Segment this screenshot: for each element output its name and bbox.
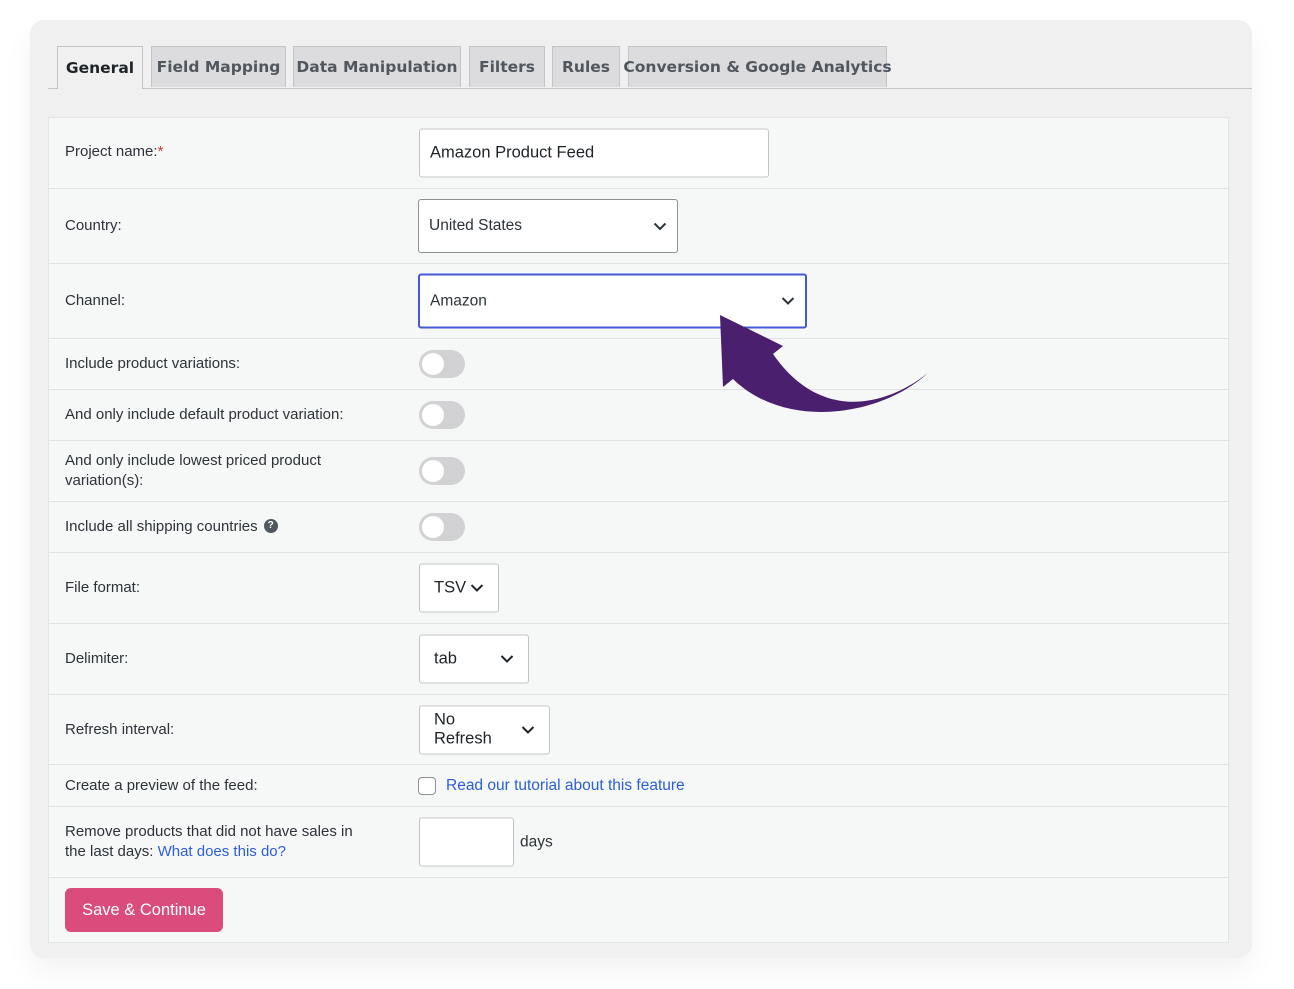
- row-delimiter: Delimiter: tab: [49, 624, 1228, 695]
- toggle-knob: [422, 516, 444, 538]
- tab-filters[interactable]: Filters: [469, 46, 545, 87]
- what-does-this-do-link[interactable]: What does this do?: [158, 843, 286, 860]
- tutorial-link[interactable]: Read our tutorial about this feature: [446, 777, 685, 795]
- delimiter-select[interactable]: tab: [419, 634, 529, 684]
- preview-checkbox[interactable]: [418, 776, 436, 795]
- tab-rules[interactable]: Rules: [552, 46, 620, 87]
- default-variation-toggle[interactable]: [419, 401, 465, 429]
- refresh-interval-value: No Refresh: [434, 710, 492, 748]
- row-shipping-countries: Include all shipping countries?: [49, 502, 1228, 553]
- chevron-down-icon: [781, 297, 795, 305]
- tab-general[interactable]: General: [57, 46, 143, 89]
- refresh-interval-label: Refresh interval:: [65, 720, 175, 738]
- toggle-knob: [422, 404, 444, 426]
- chevron-down-icon: [500, 655, 514, 663]
- chevron-down-icon: [653, 222, 667, 230]
- chevron-down-icon: [521, 725, 535, 734]
- row-project-name: Project name:* Amazon Product Feed: [49, 118, 1228, 189]
- country-select[interactable]: United States: [418, 199, 678, 253]
- country-value: United States: [429, 217, 523, 234]
- row-lowest-priced: And only include lowest priced product v…: [49, 441, 1228, 502]
- row-default-variation: And only include default product variati…: [49, 390, 1228, 441]
- toggle-knob: [422, 353, 444, 375]
- tab-bar: General Field Mapping Data Manipulation …: [48, 46, 1252, 89]
- required-mark: *: [157, 143, 164, 160]
- lowest-priced-toggle[interactable]: [419, 457, 465, 485]
- file-format-label: File format:: [65, 579, 141, 596]
- row-remove-products: Remove products that did not have sales …: [49, 807, 1228, 878]
- row-channel: Channel: Amazon: [49, 264, 1228, 339]
- remove-products-label: Remove products that did not have sales …: [65, 823, 353, 860]
- country-label: Country:: [65, 217, 122, 234]
- project-name-input[interactable]: Amazon Product Feed: [419, 128, 769, 178]
- row-file-format: File format: TSV: [49, 553, 1228, 624]
- preview-label: Create a preview of the feed:: [65, 776, 258, 794]
- channel-label: Channel:: [65, 292, 126, 309]
- row-country: Country: United States: [49, 189, 1228, 264]
- settings-panel: General Field Mapping Data Manipulation …: [30, 20, 1252, 958]
- tab-field-mapping[interactable]: Field Mapping: [151, 46, 286, 87]
- curved-arrow-icon: [720, 315, 928, 412]
- row-refresh-interval: Refresh interval: No Refresh: [49, 695, 1228, 765]
- shipping-countries-label: Include all shipping countries?: [65, 517, 278, 537]
- include-variations-label: Include product variations:: [65, 355, 241, 372]
- default-variation-label: And only include default product variati…: [65, 406, 344, 423]
- file-format-value: TSV: [434, 578, 467, 597]
- tab-conversion-google-analytics[interactable]: Conversion & Google Analytics: [623, 46, 892, 87]
- help-icon[interactable]: ?: [263, 519, 278, 534]
- project-name-label: Project name:*: [65, 143, 164, 160]
- channel-value: Amazon: [430, 292, 487, 309]
- save-continue-button[interactable]: Save & Continue: [65, 888, 223, 932]
- shipping-countries-toggle[interactable]: [419, 513, 465, 541]
- include-variations-toggle[interactable]: [419, 350, 465, 378]
- refresh-interval-select[interactable]: No Refresh: [419, 705, 550, 754]
- chevron-down-icon: [470, 584, 484, 592]
- tab-data-manipulation[interactable]: Data Manipulation: [293, 46, 461, 87]
- file-format-select[interactable]: TSV: [419, 563, 499, 613]
- row-include-variations: Include product variations:: [49, 339, 1228, 390]
- row-preview: Create a preview of the feed: Read our t…: [49, 765, 1228, 807]
- delimiter-value: tab: [434, 649, 457, 668]
- general-settings-form: Project name:* Amazon Product Feed Count…: [48, 117, 1229, 943]
- toggle-knob: [422, 460, 444, 482]
- delimiter-label: Delimiter:: [65, 650, 129, 667]
- days-input[interactable]: [419, 817, 514, 867]
- lowest-priced-label: And only include lowest priced product v…: [65, 452, 321, 489]
- days-suffix: days: [520, 833, 553, 850]
